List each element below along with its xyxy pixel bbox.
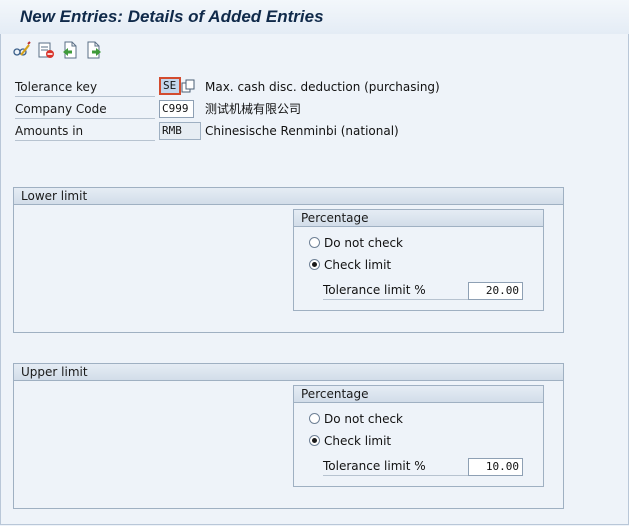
amounts-in-label: Amounts in <box>15 122 155 141</box>
tolerance-key-label: Tolerance key <box>15 78 155 97</box>
company-code-description: 测试机械有限公司 <box>205 102 302 116</box>
upper-limit-group: Upper limit Percentage Do not check Chec… <box>13 363 564 509</box>
lower-check-limit-label: Check limit <box>324 258 392 272</box>
upper-tolerance-limit-input[interactable]: 10.00 <box>468 458 523 476</box>
lower-check-limit-radio[interactable] <box>309 259 320 270</box>
next-entry-icon[interactable] <box>84 40 104 60</box>
upper-do-not-check-radio[interactable] <box>309 413 320 424</box>
lower-percentage-group: Percentage Do not check Check limit Tole… <box>293 209 544 311</box>
lower-do-not-check-radio[interactable] <box>309 237 320 248</box>
upper-percentage-title: Percentage <box>294 386 543 403</box>
company-code-label: Company Code <box>15 100 155 119</box>
display-change-icon[interactable] <box>12 40 32 60</box>
lower-tolerance-limit-label: Tolerance limit % <box>323 282 468 300</box>
currency-description: Chinesische Renminbi (national) <box>205 124 399 138</box>
page-title: New Entries: Details of Added Entries <box>20 7 324 26</box>
tolerance-key-field[interactable]: SE <box>159 77 181 95</box>
upper-percentage-group: Percentage Do not check Check limit Tole… <box>293 385 544 487</box>
title-bar: New Entries: Details of Added Entries <box>0 0 629 34</box>
lower-limit-title: Lower limit <box>14 188 563 205</box>
upper-do-not-check-label: Do not check <box>324 412 403 426</box>
tolerance-key-description: Max. cash disc. deduction (purchasing) <box>205 80 440 94</box>
lower-limit-group: Lower limit Percentage Do not check Chec… <box>13 187 564 333</box>
upper-limit-title: Upper limit <box>14 364 563 381</box>
currency-field: RMB <box>159 122 201 140</box>
previous-entry-icon[interactable] <box>60 40 80 60</box>
upper-check-limit-radio[interactable] <box>309 435 320 446</box>
upper-check-limit-label: Check limit <box>324 434 392 448</box>
lower-percentage-title: Percentage <box>294 210 543 227</box>
delete-icon[interactable] <box>36 40 56 60</box>
upper-tolerance-limit-label: Tolerance limit % <box>323 458 468 476</box>
copy-icon[interactable] <box>181 79 195 94</box>
lower-do-not-check-label: Do not check <box>324 236 403 250</box>
lower-tolerance-limit-input[interactable]: 20.00 <box>468 282 523 300</box>
company-code-field[interactable]: C999 <box>159 100 194 118</box>
